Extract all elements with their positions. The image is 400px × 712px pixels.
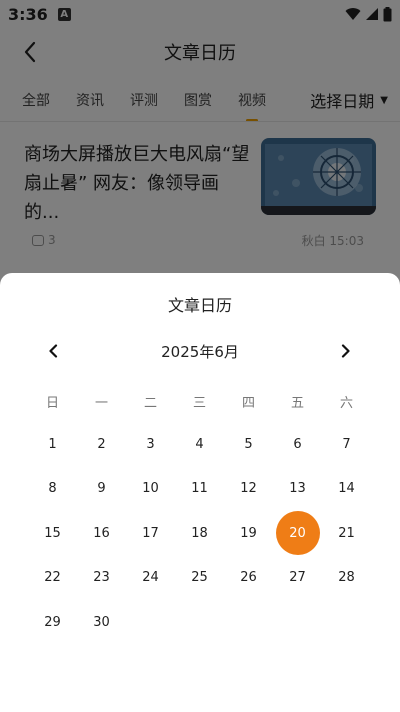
calendar-day[interactable]: 21 (322, 511, 371, 556)
chevron-right-icon (341, 344, 350, 358)
calendar-day[interactable]: 30 (77, 600, 126, 645)
calendar-day[interactable]: 15 (28, 511, 77, 556)
calendar-day[interactable]: 1 (28, 422, 77, 467)
calendar-day[interactable]: 3 (126, 422, 175, 467)
month-navigation: 2025年6月 (0, 339, 400, 363)
weekday-label: 二 (143, 396, 157, 411)
weekday-label: 五 (290, 396, 304, 411)
calendar-day[interactable]: 29 (28, 600, 77, 645)
weekday-header: 日 一 二 三 四 五 六 (28, 392, 371, 411)
weekday-label: 四 (241, 396, 255, 411)
weekday-label: 一 (94, 396, 108, 411)
calendar-day[interactable]: 22 (28, 556, 77, 601)
calendar-day[interactable]: 10 (126, 467, 175, 512)
calendar-day[interactable]: 6 (273, 422, 322, 467)
calendar-day[interactable]: 7 (322, 422, 371, 467)
calendar-day[interactable]: 18 (175, 511, 224, 556)
calendar-day[interactable]: 9 (77, 467, 126, 512)
calendar-day[interactable]: 17 (126, 511, 175, 556)
calendar-title: 文章日历 (167, 296, 232, 315)
calendar-day[interactable]: 23 (77, 556, 126, 601)
calendar-day[interactable]: 19 (224, 511, 273, 556)
weekday-label: 日 (45, 396, 59, 411)
calendar-day[interactable]: 2 (77, 422, 126, 467)
calendar-day[interactable]: 28 (322, 556, 371, 601)
calendar-day[interactable]: 26 (224, 556, 273, 601)
calendar-day[interactable]: 13 (273, 467, 322, 512)
next-month-button[interactable] (334, 339, 358, 363)
calendar-day[interactable]: 5 (224, 422, 273, 467)
calendar-day-selected[interactable]: 20 (273, 511, 322, 556)
weekday-label: 三 (192, 396, 206, 411)
calendar-day[interactable]: 11 (175, 467, 224, 512)
weekday-label: 六 (339, 396, 353, 411)
calendar-day[interactable]: 4 (175, 422, 224, 467)
calendar-day[interactable]: 27 (273, 556, 322, 601)
calendar-days-grid: 1 2 3 4 5 6 7 8 9 10 11 12 13 14 15 16 1… (28, 422, 371, 645)
calendar-sheet: 文章日历 2025年6月 日 一 二 三 四 五 六 1 2 3 4 5 6 7… (0, 273, 400, 712)
calendar-day[interactable]: 12 (224, 467, 273, 512)
calendar-day[interactable]: 14 (322, 467, 371, 512)
calendar-day[interactable]: 24 (126, 556, 175, 601)
calendar-day[interactable]: 16 (77, 511, 126, 556)
calendar-day[interactable]: 8 (28, 467, 77, 512)
calendar-day[interactable]: 25 (175, 556, 224, 601)
